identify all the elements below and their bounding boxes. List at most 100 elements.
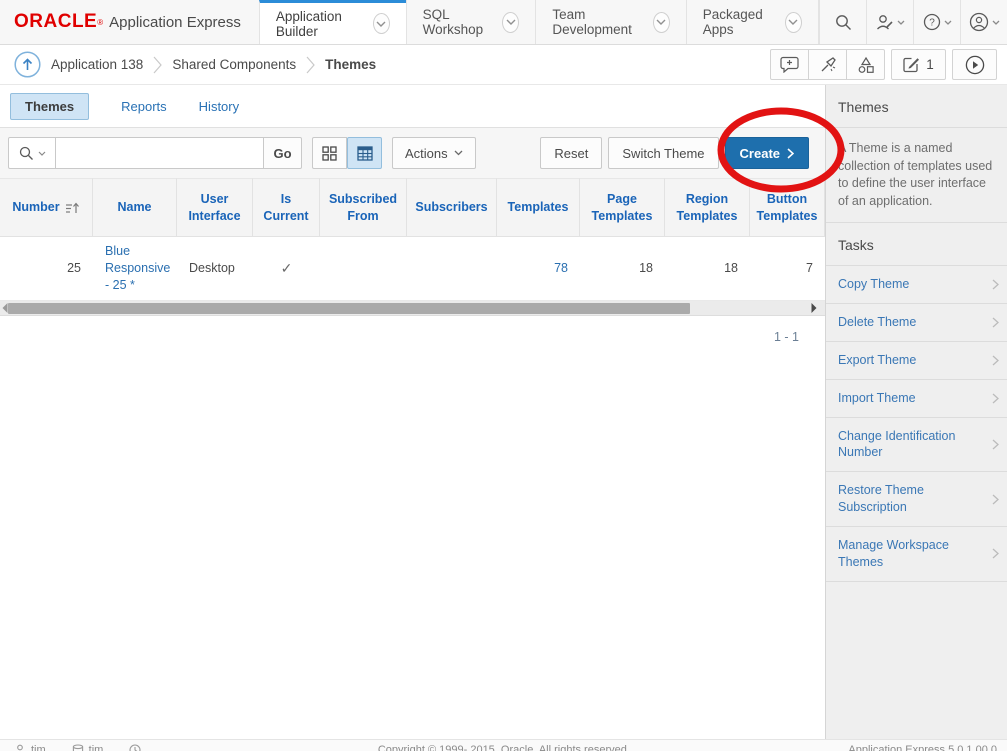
task-export-theme[interactable]: Export Theme <box>826 342 1007 380</box>
user-icon <box>14 744 26 751</box>
actions-label: Actions <box>405 146 448 161</box>
chevron-down-icon <box>992 20 1000 25</box>
column-header-button-templates[interactable]: Button Templates <box>750 178 825 237</box>
tab-label: Application Builder <box>276 9 365 39</box>
account-icon <box>969 12 989 32</box>
breadcrumb-separator-icon <box>153 55 162 75</box>
chevron-right-icon <box>992 439 999 450</box>
tab-history[interactable]: History <box>199 99 239 114</box>
page-footer: tim tim Copyright © 1999- 2015, Oracle. … <box>0 739 1007 751</box>
help-menu-button[interactable]: ? <box>913 0 960 44</box>
reset-button[interactable]: Reset <box>540 137 602 169</box>
chevron-down-icon <box>454 150 463 156</box>
chevron-down-icon[interactable] <box>785 12 802 33</box>
column-header-name[interactable]: Name <box>93 178 177 237</box>
breadcrumb-shared-components[interactable]: Shared Components <box>172 57 296 72</box>
themes-table-header: Number Name User Interface Is Current Su… <box>0 178 825 237</box>
tab-sql-workshop[interactable]: SQL Workshop <box>406 0 536 44</box>
actions-menu-button[interactable]: Actions <box>392 137 476 169</box>
shapes-icon <box>857 56 875 74</box>
create-label: Create <box>740 146 780 161</box>
column-header-number[interactable]: Number <box>0 178 93 237</box>
go-button[interactable]: Go <box>264 137 302 169</box>
breadcrumb-application[interactable]: Application 138 <box>51 57 143 72</box>
cell-is-current: ✓ <box>253 237 320 301</box>
column-header-user-interface[interactable]: User Interface <box>177 178 253 237</box>
icon-view-button[interactable] <box>312 137 347 169</box>
tab-label: SQL Workshop <box>423 7 495 37</box>
theme-roller-button[interactable] <box>808 49 847 80</box>
page-tabs: Themes Reports History <box>0 85 825 128</box>
task-restore-theme-subscription[interactable]: Restore Theme Subscription <box>826 472 1007 527</box>
breadcrumb-bar: Application 138 Shared Components Themes <box>0 45 1007 85</box>
administration-menu-button[interactable] <box>866 0 913 44</box>
breadcrumb-separator-icon <box>306 55 315 75</box>
tab-packaged-apps[interactable]: Packaged Apps <box>686 0 819 44</box>
column-header-page-templates[interactable]: Page Templates <box>580 178 665 237</box>
scroll-right-arrow-icon[interactable] <box>811 302 817 314</box>
task-import-theme[interactable]: Import Theme <box>826 380 1007 418</box>
switch-theme-button[interactable]: Switch Theme <box>608 137 718 169</box>
chevron-right-icon <box>992 355 999 366</box>
footer-user: tim <box>14 744 46 751</box>
column-header-templates[interactable]: Templates <box>497 178 580 237</box>
account-menu-button[interactable] <box>960 0 1007 44</box>
feedback-bubble-icon <box>780 56 799 73</box>
chevron-down-icon[interactable] <box>653 12 670 33</box>
horizontal-scrollbar[interactable] <box>0 301 825 316</box>
cell-region-templates: 18 <box>665 237 750 301</box>
search-button[interactable] <box>819 0 866 44</box>
run-application-button[interactable] <box>952 49 997 80</box>
page-utility-group <box>770 49 885 80</box>
footer-copyright: Copyright © 1999- 2015, Oracle. All righ… <box>167 744 840 751</box>
main-region: Themes Reports History Go <box>0 85 825 751</box>
column-header-subscribers[interactable]: Subscribers <box>407 178 497 237</box>
tab-team-development[interactable]: Team Development <box>535 0 685 44</box>
scrollbar-thumb[interactable] <box>8 303 690 314</box>
search-column-selector[interactable] <box>8 137 56 169</box>
breadcrumb-themes: Themes <box>325 57 376 72</box>
search-icon <box>835 14 852 31</box>
column-header-region-templates[interactable]: Region Templates <box>665 178 750 237</box>
theme-name-link[interactable]: Blue Responsive - 25 * <box>105 243 170 294</box>
report-view-button[interactable] <box>347 137 382 169</box>
tab-application-builder[interactable]: Application Builder <box>259 0 406 44</box>
shared-components-button[interactable] <box>846 49 885 80</box>
sort-ascending-icon <box>65 202 80 214</box>
footer-schema: tim <box>72 744 104 751</box>
breadcrumb: Application 138 Shared Components Themes <box>14 51 376 78</box>
tab-themes[interactable]: Themes <box>10 93 89 120</box>
task-copy-theme[interactable]: Copy Theme <box>826 266 1007 304</box>
cell-name: Blue Responsive - 25 * <box>93 237 177 301</box>
column-header-is-current[interactable]: Is Current <box>253 178 320 237</box>
product-name: Application Express <box>109 14 241 31</box>
toolbar-right-buttons: Reset Switch Theme Create <box>540 137 817 169</box>
chevron-down-icon <box>944 20 952 25</box>
clock-icon <box>129 744 141 751</box>
tab-label: Team Development <box>552 7 644 37</box>
up-level-icon[interactable] <box>14 51 41 78</box>
sidebar-description: A Theme is a named collection of templat… <box>826 128 1007 223</box>
task-delete-theme[interactable]: Delete Theme <box>826 304 1007 342</box>
cell-page-templates: 18 <box>580 237 665 301</box>
edit-page-icon <box>903 56 920 73</box>
pagination-label: 1 - 1 <box>0 316 825 344</box>
chevron-down-icon[interactable] <box>502 12 519 33</box>
column-header-subscribed-from[interactable]: Subscribed From <box>320 178 407 237</box>
task-manage-workspace-themes[interactable]: Manage Workspace Themes <box>826 527 1007 582</box>
search-icon <box>19 146 34 161</box>
tab-reports[interactable]: Reports <box>121 99 167 114</box>
chevron-right-icon <box>992 317 999 328</box>
search-input[interactable] <box>56 137 264 169</box>
chevron-right-icon <box>992 279 999 290</box>
feedback-button[interactable] <box>770 49 809 80</box>
check-icon: ✓ <box>281 259 293 278</box>
task-change-identification-number[interactable]: Change Identification Number <box>826 418 1007 473</box>
chevron-down-icon[interactable] <box>373 13 390 34</box>
content-area: Themes Reports History Go <box>0 85 1007 751</box>
create-button[interactable]: Create <box>725 137 809 169</box>
view-toggle-group <box>312 137 382 169</box>
templates-count-link[interactable]: 78 <box>554 260 568 277</box>
oracle-logo: ORACLE® Application Express <box>0 0 259 44</box>
edit-page-button[interactable]: 1 <box>891 49 946 80</box>
